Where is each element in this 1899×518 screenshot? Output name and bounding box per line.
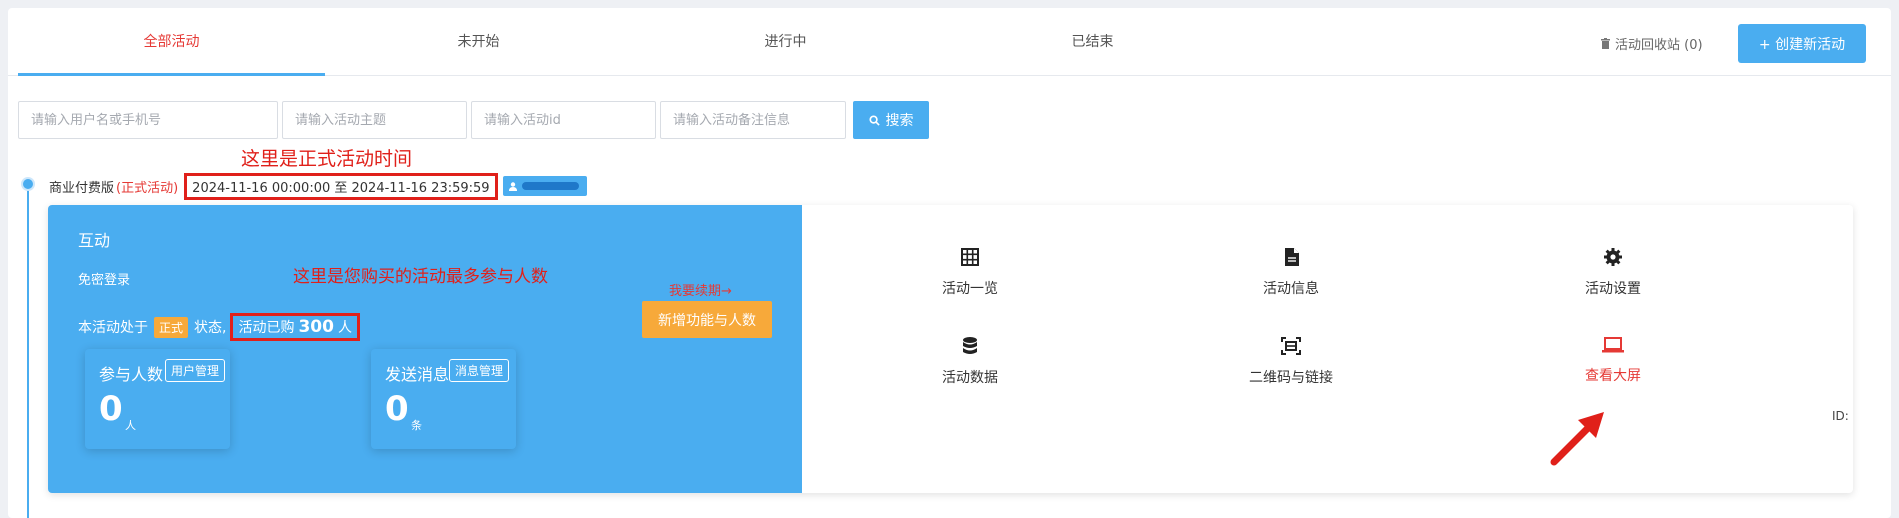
participants-label: 参与人数 <box>99 365 164 384</box>
theme-input[interactable] <box>282 101 467 139</box>
message-management-button[interactable]: 消息管理 <box>449 359 510 382</box>
recycle-bin-link[interactable]: 活动回收站 (0) <box>1601 34 1703 53</box>
messages-label: 发送消息 <box>385 365 450 384</box>
activity-id-input[interactable] <box>471 101 656 139</box>
annotation-time-note: 这里是正式活动时间 <box>241 148 413 170</box>
tab-in-progress[interactable]: 进行中 <box>632 8 939 76</box>
annotation-people-note: 这里是您购买的活动最多参与人数 <box>293 267 548 287</box>
menu-item-info[interactable]: 活动信息 <box>1211 248 1371 298</box>
gear-icon <box>1604 248 1622 266</box>
laptop-icon <box>1602 337 1624 353</box>
menu-item-settings[interactable]: 活动设置 <box>1533 248 1693 298</box>
timeline-line <box>27 183 29 518</box>
purchased-prefix: 活动已购 <box>238 320 295 336</box>
timeline-dot <box>21 177 35 191</box>
document-icon <box>1284 248 1299 266</box>
trash-icon <box>1601 38 1610 49</box>
participants-value: 0 <box>99 389 123 429</box>
activity-time-range: 2024-11-16 00:00:00 至 2024-11-16 23:59:5… <box>184 172 498 200</box>
menu-label-data: 活动数据 <box>942 370 998 386</box>
purchased-count: 300 <box>298 317 334 337</box>
database-icon <box>963 337 977 354</box>
owner-badge <box>502 176 587 196</box>
user-icon <box>508 181 517 191</box>
status-tag: 正式 <box>154 316 189 338</box>
renew-link[interactable]: 我要续期→ <box>669 280 732 299</box>
search-icon <box>868 114 880 126</box>
menu-label-overview: 活动一览 <box>942 281 998 297</box>
status-suffix: 状态, <box>194 320 227 336</box>
activity-id-label: ID: <box>1832 409 1849 423</box>
formal-activity-tag: (正式活动) <box>116 180 179 196</box>
owner-name-redacted <box>521 182 579 190</box>
user-management-button[interactable]: 用户管理 <box>165 359 226 382</box>
add-feature-button[interactable]: 新增功能与人数 <box>642 301 772 338</box>
recycle-bin-label: 活动回收站 (0) <box>1615 38 1703 53</box>
purchased-unit: 人 <box>337 320 352 336</box>
messages-value: 0 <box>385 389 409 429</box>
messages-unit: 条 <box>411 419 422 432</box>
search-button-label: 搜索 <box>885 113 914 129</box>
activity-summary-panel: 互动 免密登录 这里是您购买的活动最多参与人数 我要续期→ 本活动处于 正式 状… <box>48 205 802 493</box>
qrcode-scan-icon <box>1281 337 1301 355</box>
login-mode: 免密登录 <box>78 273 131 288</box>
activity-info-line: 商业付费版 (正式活动) 2024-11-16 00:00:00 至 2024-… <box>49 172 587 200</box>
activity-page: 全部活动 未开始 进行中 已结束 活动回收站 (0) + 创建新活动 搜索 <box>8 8 1891 518</box>
status-line: 本活动处于 正式 状态, 活动已购 300 人 <box>78 313 360 341</box>
edition-label: 商业付费版 <box>49 180 115 196</box>
create-activity-button[interactable]: + 创建新活动 <box>1738 24 1866 63</box>
messages-stat-card: 发送消息 消息管理 0 条 <box>371 349 516 449</box>
create-activity-label: + 创建新活动 <box>1758 36 1846 53</box>
menu-label-qrcode: 二维码与链接 <box>1249 370 1333 386</box>
tab-bar: 全部活动 未开始 进行中 已结束 活动回收站 (0) + 创建新活动 <box>8 8 1891 76</box>
note-input[interactable] <box>660 101 846 139</box>
activity-menu-grid: 活动一览 活动信息 活动设置 活动数据 二维码与链接 查看大屏 ID: <box>802 205 1853 493</box>
menu-item-overview[interactable]: 活动一览 <box>890 248 1050 298</box>
tab-not-started[interactable]: 未开始 <box>325 8 632 76</box>
participants-stat-card: 参与人数 用户管理 0 人 <box>85 349 230 449</box>
menu-item-qrcode[interactable]: 二维码与链接 <box>1211 337 1371 387</box>
menu-label-settings: 活动设置 <box>1585 281 1641 297</box>
activity-title: 互动 <box>78 231 111 250</box>
search-button[interactable]: 搜索 <box>853 101 929 139</box>
status-prefix: 本活动处于 <box>78 320 148 336</box>
username-phone-input[interactable] <box>18 101 278 139</box>
menu-item-big-screen[interactable]: 查看大屏 <box>1533 337 1693 385</box>
search-row: 搜索 <box>18 101 929 139</box>
tab-ended[interactable]: 已结束 <box>939 8 1246 76</box>
table-icon <box>961 248 979 266</box>
participants-unit: 人 <box>125 419 136 432</box>
purchased-capacity: 活动已购 300 人 <box>230 313 360 341</box>
menu-item-data[interactable]: 活动数据 <box>890 337 1050 387</box>
menu-label-info: 活动信息 <box>1263 281 1319 297</box>
tab-all-activities[interactable]: 全部活动 <box>18 8 325 76</box>
annotation-arrow-icon <box>1550 412 1604 466</box>
menu-label-big-screen: 查看大屏 <box>1585 368 1641 384</box>
